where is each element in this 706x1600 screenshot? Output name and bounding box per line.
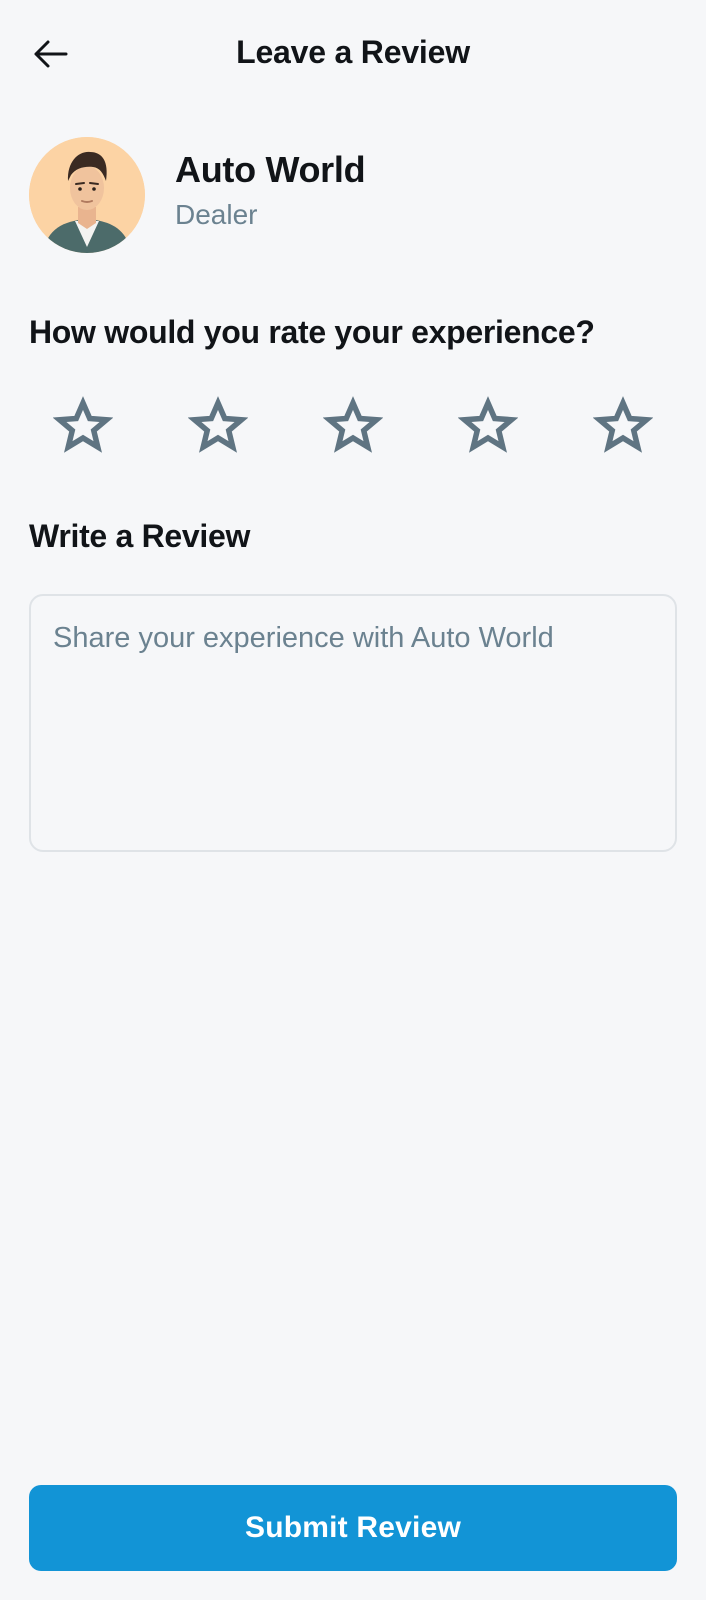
dealer-profile: Auto World Dealer (29, 137, 366, 253)
review-screen: Leave a Review Auto World Dealer How wou… (0, 0, 706, 1600)
star-4-button[interactable] (457, 395, 519, 457)
submit-review-button[interactable]: Submit Review (29, 1485, 677, 1571)
rating-question: How would you rate your experience? (29, 314, 595, 350)
star-outline-icon (458, 396, 518, 453)
star-outline-icon (53, 396, 113, 453)
star-3-button[interactable] (322, 395, 384, 457)
star-outline-icon (593, 396, 653, 453)
dealer-role: Dealer (175, 199, 258, 230)
header: Leave a Review (0, 0, 706, 110)
star-1-button[interactable] (52, 395, 114, 457)
star-rating (30, 395, 676, 457)
star-outline-icon (323, 396, 383, 453)
star-5-button[interactable] (592, 395, 654, 457)
star-outline-icon (188, 396, 248, 453)
page-title: Leave a Review (236, 34, 470, 70)
review-section-title: Write a Review (29, 518, 251, 554)
review-textarea[interactable]: Share your experience with Auto World (29, 594, 677, 852)
dealer-name: Auto World (175, 149, 366, 190)
star-2-button[interactable] (187, 395, 249, 457)
avatar (29, 137, 145, 253)
profile-text: Auto World Dealer (175, 148, 366, 234)
review-placeholder: Share your experience with Auto World (53, 622, 554, 654)
